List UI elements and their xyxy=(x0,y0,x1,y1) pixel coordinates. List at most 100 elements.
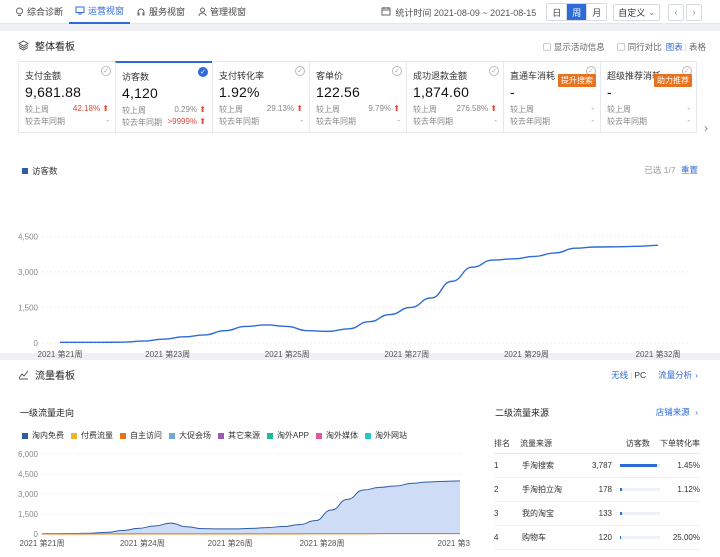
visitors-cell: 3,787 xyxy=(591,461,612,470)
legend-item[interactable]: 淘外媒体 xyxy=(316,430,358,441)
kpi-wow-value: 0.29% xyxy=(174,105,198,114)
table-row[interactable]: 4 购物车 120 25.00% xyxy=(494,526,700,550)
kpi-yoy-row: 较去年同期 - xyxy=(219,116,303,127)
source-cell: 我的淘宝 xyxy=(522,509,554,518)
x-tick-label: 2021 第23周 xyxy=(145,349,190,359)
user-icon xyxy=(197,7,207,17)
kpi-card[interactable]: 客单价 122.56 较上周 9.79% ⬆ 较去年同期 - ✓ xyxy=(309,61,406,133)
legend-item[interactable]: 自主访问 xyxy=(120,430,162,441)
share-bar xyxy=(612,488,662,491)
source-cell: 手淘搜索 xyxy=(522,461,554,470)
rank-cell: 4 xyxy=(494,533,499,542)
next-period-button[interactable]: › xyxy=(686,3,702,21)
nav-tab[interactable]: 管理视窗 xyxy=(191,0,252,24)
kpi-wow-row: 较上周 9.79% ⬆ xyxy=(316,104,400,115)
period-button[interactable]: 周 xyxy=(566,4,587,20)
nav-tab[interactable]: 综合诊断 xyxy=(8,0,69,24)
store-source-link[interactable]: 店铺来源 › xyxy=(656,406,698,418)
area-fill-0 xyxy=(42,480,460,534)
legend-item[interactable]: 淘外APP xyxy=(267,430,309,441)
kpi-yoy-row: 较去年同期 - xyxy=(510,116,594,127)
kpi-wow-label: 较上周 xyxy=(413,105,437,114)
legend-item[interactable]: 大促会场 xyxy=(169,430,211,441)
share-track xyxy=(620,464,660,467)
kpi-yoy-value: >9999% xyxy=(167,117,198,126)
kpi-yoy-value: - xyxy=(591,116,594,125)
legend-label: 淘外媒体 xyxy=(326,431,359,440)
x-tick-label: 2021 第32周 xyxy=(636,349,681,359)
table-header-cell: 流量来源 xyxy=(519,439,552,448)
kpi-yoy-label: 较去年同期 xyxy=(316,117,356,126)
stat-time: 统计时间 2021-08-09 ~ 2021-08-15 xyxy=(395,7,537,18)
table-row[interactable]: 1 手淘搜索 3,787 1.45% xyxy=(494,454,700,478)
kpi-wow-row: 较上周 - xyxy=(607,104,690,115)
kpi-tag[interactable]: 助力推荐 xyxy=(654,74,692,87)
legend-item[interactable]: 淘外网站 xyxy=(365,430,407,441)
custom-range-label: 自定义 xyxy=(618,7,646,18)
kpi-yoy-row: 较去年同期 - xyxy=(607,116,690,127)
legend-label: 访客数 xyxy=(32,166,58,176)
nav-tab[interactable]: 服务视窗 xyxy=(130,0,191,24)
kpi-card[interactable]: 访客数 4,120 较上周 0.29% ⬆ 较去年同期 >9999% ⬆ ✓ xyxy=(115,61,212,133)
check-icon[interactable]: ✓ xyxy=(295,66,305,76)
kpi-yoy-label: 较去年同期 xyxy=(413,117,453,126)
chart-view-link[interactable]: 图表 xyxy=(666,41,683,53)
legend-item[interactable]: 淘内免费 xyxy=(22,430,64,441)
chevron-left-icon: ‹ xyxy=(674,7,678,17)
kpi-card[interactable]: 超级推荐消耗 - 较上周 - 较去年同期 - ✓ 助力推荐 xyxy=(600,61,697,133)
chevron-right-icon: › xyxy=(695,407,698,417)
reset-link[interactable]: 重置 xyxy=(681,165,698,175)
custom-range-button[interactable]: 自定义 ⌄ xyxy=(613,3,660,21)
up-arrow-icon: ⬆ xyxy=(488,104,497,113)
kpi-yoy-label: 较去年同期 xyxy=(219,117,259,126)
check-icon[interactable]: ✓ xyxy=(101,66,111,76)
kpi-card[interactable]: 支付金额 9,681.88 较上周 42.18% ⬆ 较去年同期 - ✓ xyxy=(18,61,115,133)
visitors-series-line xyxy=(59,244,659,344)
kpi-wow-value: 42.18% xyxy=(72,104,101,113)
legend-item[interactable]: 其它来源 xyxy=(218,430,260,441)
kpi-card[interactable]: 直通车消耗 - 较上周 - 较去年同期 - ✓ 提升搜索 xyxy=(503,61,600,133)
kpi-tag[interactable]: 提升搜索 xyxy=(558,74,596,87)
legend-item[interactable]: 付费流量 xyxy=(71,430,113,441)
nav-tab[interactable]: 运营视窗 xyxy=(69,0,131,24)
source-cell: 手淘拍立淘 xyxy=(522,485,562,494)
table-view-link[interactable]: 表格 xyxy=(689,41,706,53)
selected-count: 已选 1/7 xyxy=(644,165,676,175)
layers-icon xyxy=(18,39,29,51)
period-button[interactable]: 月 xyxy=(586,4,607,20)
kpi-wow-label: 较上周 xyxy=(122,106,146,115)
traffic-analysis-link[interactable]: 流量分析 xyxy=(658,369,692,381)
y-tick-label: 6,000 xyxy=(18,450,39,459)
check-icon[interactable]: ✓ xyxy=(392,66,402,76)
kpi-cards: 支付金额 9,681.88 较上周 42.18% ⬆ 较去年同期 - ✓ 访客数 4,120 较上… xyxy=(18,61,697,133)
kpi-wow-label: 较上周 xyxy=(510,105,534,114)
legend-swatch xyxy=(120,432,126,439)
kpi-yoy-label: 较去年同期 xyxy=(607,117,647,126)
pc-link[interactable]: PC xyxy=(634,370,646,380)
peer-compare-checkbox[interactable]: 同行对比 xyxy=(616,41,662,53)
y-tick-label: 4,500 xyxy=(18,470,39,479)
traffic-options: 无线 | PC 流量分析 › xyxy=(611,369,698,381)
y-tick-label: 0 xyxy=(34,339,39,348)
rank-cell: 1 xyxy=(494,461,499,470)
kpi-next-arrow[interactable]: › xyxy=(704,121,708,135)
share-fill xyxy=(620,536,622,539)
y-tick-label: 3,000 xyxy=(18,268,39,277)
table-row[interactable]: 3 我的淘宝 133 xyxy=(494,502,700,526)
share-track xyxy=(620,488,660,491)
checkbox-box xyxy=(542,43,551,51)
legend-label: 淘外网站 xyxy=(375,431,408,440)
chevron-right-icon: › xyxy=(692,7,696,17)
check-icon[interactable]: ✓ xyxy=(198,67,208,77)
period-button[interactable]: 日 xyxy=(547,4,567,20)
up-arrow-icon: ⬆ xyxy=(391,104,400,113)
check-icon[interactable]: ✓ xyxy=(489,66,499,76)
kpi-wow-value: - xyxy=(687,104,690,113)
prev-period-button[interactable]: ‹ xyxy=(668,3,684,21)
wireless-link[interactable]: 无线 xyxy=(611,369,628,381)
table-row[interactable]: 2 手淘拍立淘 178 1.12% xyxy=(494,478,700,502)
show-activity-checkbox[interactable]: 显示活动信息 xyxy=(542,41,605,53)
kpi-card[interactable]: 成功退款金额 1,874.60 较上周 276.58% ⬆ 较去年同期 - ✓ xyxy=(406,61,503,133)
kpi-card[interactable]: 支付转化率 1.92% 较上周 29.13% ⬆ 较去年同期 - ✓ xyxy=(212,61,309,133)
up-arrow-icon: ⬆ xyxy=(197,105,206,114)
